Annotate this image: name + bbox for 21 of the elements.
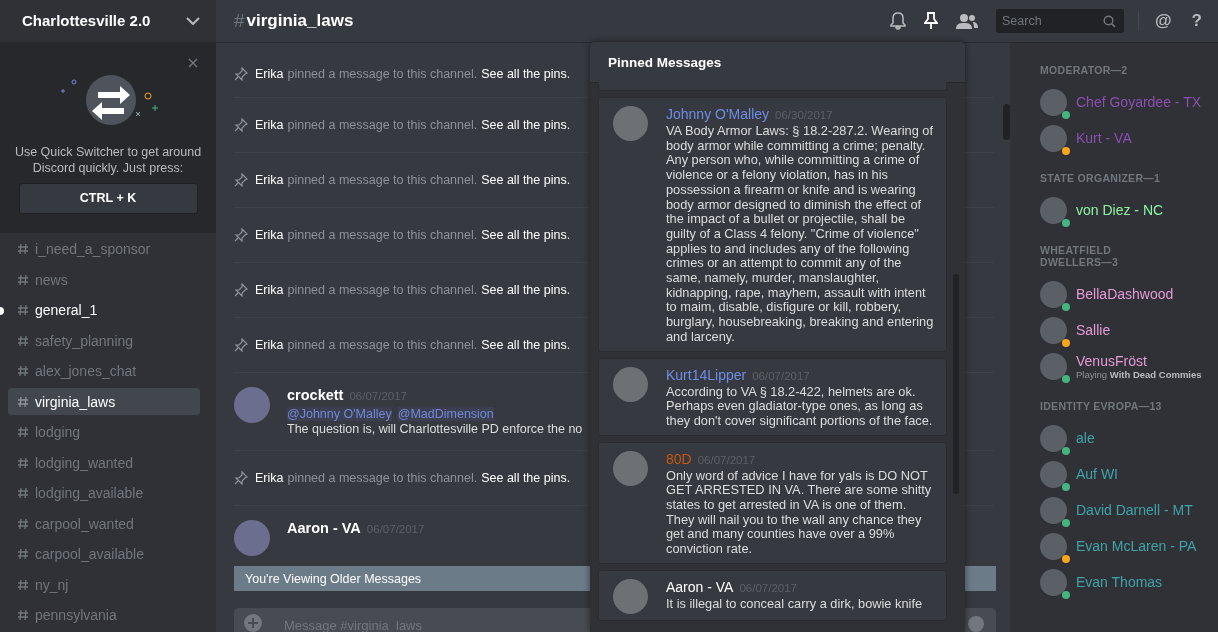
message-text: VA Body Armor Laws: § 18.2-287.2. Wearing of body armor while committing a crime; penalty. Any person who, while committing a crime of violence or a felony violation, has in his possession a firearm or knife and is wearing body armor designed to diminish the effect of the impact of a bullet or projectile, shall be guilty of a Class 4 felony. "Crime of violence" applies to and includes any of the following crimes or an attempt to commit any of the same, namely, murder, manslaughter, kidnapping, rape, mayhem, assault with intent to maim, disable, disfigure or kill, robbery, burglary, housebreaking, breaking and entering and larceny. — [666, 124, 935, 345]
quick-switcher-hint: Use Quick Switcher to get around Discord quickly. Just press: — [13, 143, 203, 176]
message-text: The question is, will Charlottesville PD enforce the no — [287, 422, 583, 436]
message-text: According to VA § 18.2-422, helmets are ok. Perhaps even gladiator-type ones, as long as they don't cover significant portions of the face. — [666, 384, 934, 429]
channel-title: virginia_laws — [246, 11, 354, 31]
message-text: Only word of advice I have for yals is DO NOT GET ARRESTED IN VA. There are some shitty states to get arrested in VA is one of them. They will nail you to the wall any chance they get and many counties have over a 99% conviction rate. — [666, 468, 933, 557]
channel-hash: # — [234, 10, 245, 32]
system-message-text: pinned a message to this channel. — [287, 338, 478, 352]
popout-title: Pinned Messages — [590, 42, 965, 82]
role-heading: IDENTITY EVROPA—13 — [1040, 400, 1163, 412]
system-message-text: pinned a message to this channel. — [287, 228, 478, 242]
system-message-text: pinned a message to this channel. — [287, 471, 478, 485]
system-message-text: pinned a message to this channel. — [287, 283, 478, 297]
system-message-text: pinned a message to this channel. — [287, 118, 478, 132]
role-heading: STATE ORGANIZER—1 — [1040, 172, 1162, 184]
system-message-text: pinned a message to this channel. — [287, 173, 478, 187]
system-message-text: pinned a message to this channel. — [287, 67, 478, 81]
message-text: It is illegal to conceal carry a dirk, bowie knife — [666, 596, 924, 612]
member-activity: Playing With Dead Commies — [1076, 368, 1202, 380]
role-heading: MODERATOR—2 — [1040, 64, 1129, 76]
role-heading: WHEATFIELD DWELLERS—3 — [1040, 244, 1120, 268]
